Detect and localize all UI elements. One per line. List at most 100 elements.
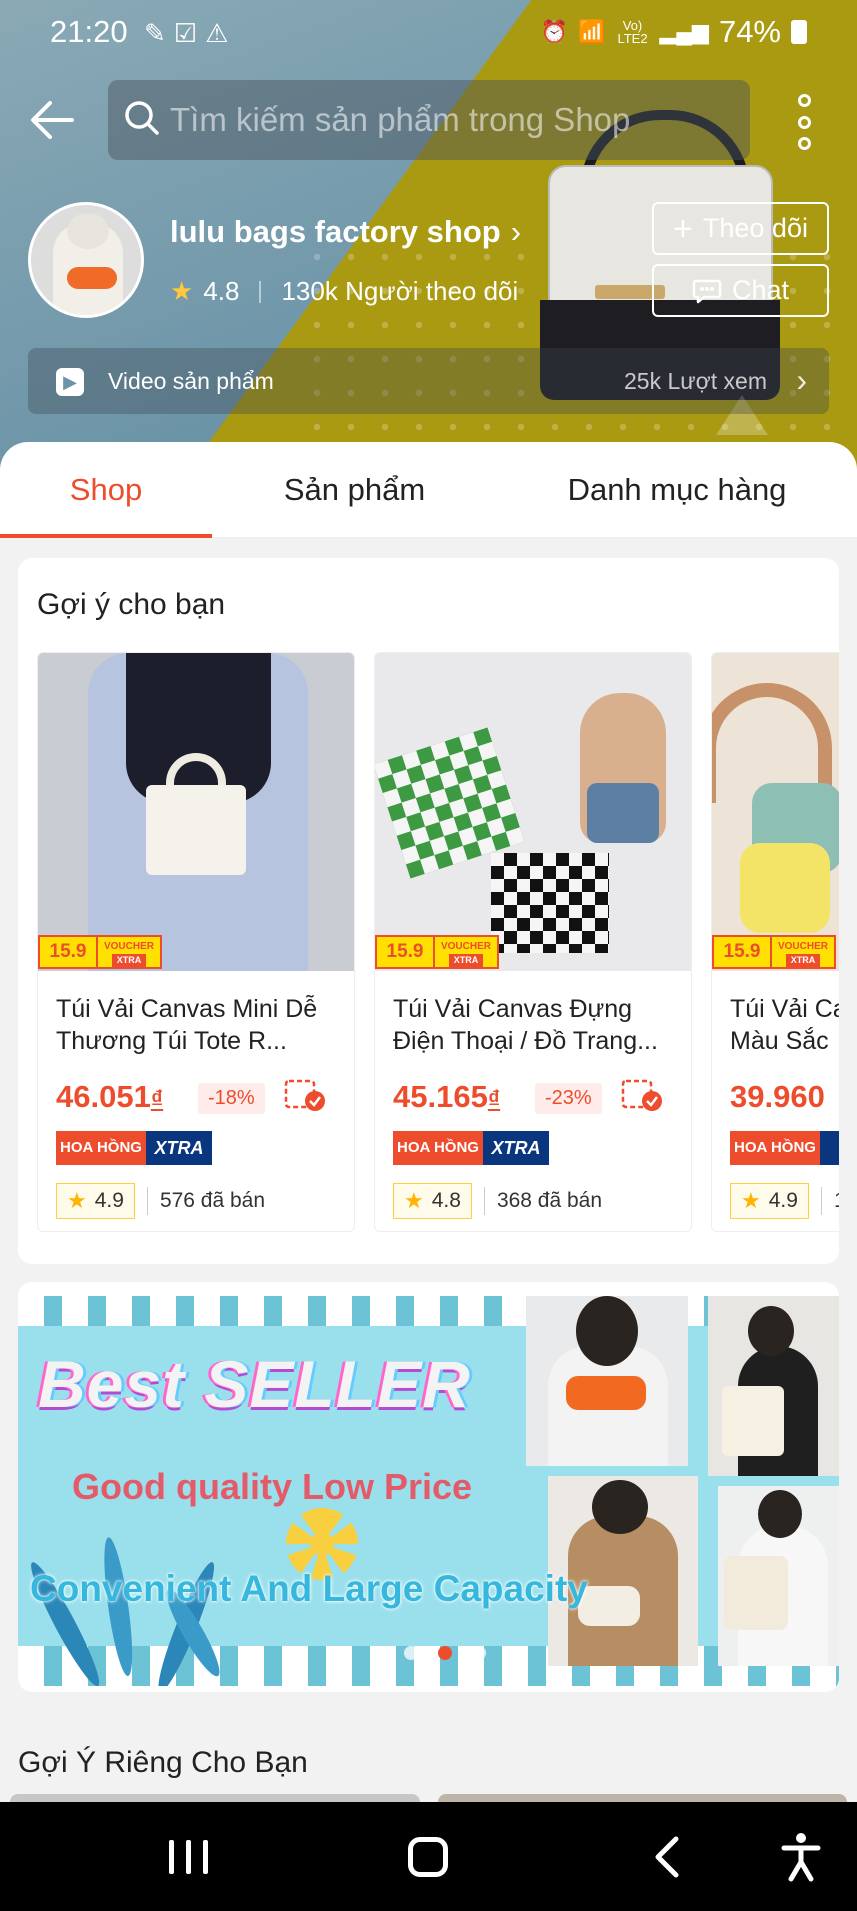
product-rating: 4.9: [94, 1189, 124, 1212]
accessibility-button[interactable]: [746, 1802, 856, 1911]
voucher-badge: 15.9 VOUCHER XTRA: [712, 935, 836, 969]
product-image: [712, 653, 839, 971]
xtra-tag-label: XTRA: [786, 954, 820, 967]
chevron-left-icon: [655, 1836, 679, 1877]
warning-icon: ⚠: [205, 18, 237, 48]
shop-tabs: Shop Sản phẩm Danh mục hàng: [0, 442, 857, 538]
product-video-bar[interactable]: ▶ Video sản phẩm 25k Lượt xem ›: [28, 348, 829, 414]
follow-button[interactable]: + Theo dõi: [652, 202, 829, 255]
search-icon: [125, 101, 159, 135]
star-icon: ★: [170, 276, 194, 306]
shop-avatar[interactable]: [28, 202, 144, 318]
voucher-badge: 15.9 VOUCHER XTRA: [38, 935, 162, 969]
product-price: 45.165₫: [393, 1079, 500, 1115]
status-time: 21:20: [50, 14, 128, 49]
price-value: 39.960: [730, 1079, 825, 1114]
carousel-dot[interactable]: [404, 1646, 418, 1660]
brush-icon: ✎: [144, 18, 174, 48]
product-card[interactable]: 15.9 VOUCHER XTRA Túi Vải Ca Màu Sắc 39.9…: [711, 652, 839, 1232]
xtra-tag-label: XTRA: [449, 954, 483, 967]
recent-apps-button[interactable]: [133, 1802, 243, 1911]
voucher-label: VOUCHER: [440, 941, 491, 952]
voucher-xtra-tag: VOUCHER XTRA: [98, 935, 162, 969]
product-rating-row: ★ 4.9 576 đã bán: [56, 1183, 265, 1219]
badge-number: 15.9: [38, 935, 98, 969]
recommended-section: Gợi ý cho bạn 15.9 VOUCHER XTRA Túi Vải C…: [18, 558, 839, 1264]
search-input[interactable]: Tìm kiếm sản phẩm trong Shop: [108, 80, 750, 160]
home-icon: [408, 1836, 448, 1877]
product-rating-row: ★ 4.8 368 đã bán: [393, 1183, 602, 1219]
product-image: [38, 653, 354, 971]
product-rating: 4.8: [431, 1189, 461, 1212]
banner-subtitle: Convenient And Large Capacity: [30, 1568, 588, 1609]
model-photo: [718, 1486, 839, 1666]
sold-count: 1: [834, 1189, 839, 1213]
system-back-button[interactable]: [612, 1802, 722, 1911]
carousel-dot[interactable]: [370, 1646, 384, 1660]
video-label: Video sản phẩm: [108, 368, 274, 394]
xtra-label: XTRA: [146, 1131, 212, 1165]
currency-symbol: ₫: [487, 1086, 501, 1113]
shop-name: lulu bags factory shop: [170, 214, 501, 249]
accessibility-icon: [781, 1832, 821, 1881]
signal-icon: ▂▄▆: [659, 19, 709, 44]
commission-xtra-tag: HOA HỒNG XTRA: [56, 1131, 212, 1165]
back-button[interactable]: [26, 94, 84, 146]
currency-symbol: ₫: [150, 1086, 164, 1113]
follow-label: Theo dõi: [702, 213, 808, 243]
price-value: 46.051: [56, 1079, 151, 1114]
chat-button[interactable]: Chat: [652, 264, 829, 317]
commission-label: HOA HỒNG: [56, 1131, 146, 1165]
battery-percent: 74%: [718, 14, 781, 49]
product-price: 46.051₫: [56, 1079, 163, 1115]
tab-products[interactable]: Sản phẩm: [212, 442, 497, 538]
xtra-tag-label: XTRA: [112, 954, 146, 967]
video-icon: ▶: [56, 368, 84, 396]
tab-categories[interactable]: Danh mục hàng: [497, 442, 857, 538]
voucher-xtra-tag: VOUCHER XTRA: [772, 935, 836, 969]
check-icon: ☑: [173, 18, 206, 48]
carousel-dot-active[interactable]: [438, 1646, 452, 1660]
arrow-left-icon: [31, 101, 74, 139]
shop-name-link[interactable]: lulu bags factory shop ›: [170, 214, 521, 250]
product-price: 39.960: [730, 1079, 825, 1115]
product-carousel[interactable]: 15.9 VOUCHER XTRA Túi Vải Canvas Mini Dễ …: [37, 652, 839, 1232]
star-icon: ★: [741, 1188, 761, 1213]
product-name: Túi Vải Canvas Mini Dễ Thương Túi Tote R…: [56, 995, 318, 1055]
home-button[interactable]: [373, 1802, 483, 1911]
product-card[interactable]: 15.9 VOUCHER XTRA Túi Vải Canvas Mini Dễ …: [37, 652, 355, 1232]
product-rating-row: ★ 4.9 1: [730, 1183, 839, 1219]
chevron-right-icon: ›: [510, 214, 522, 249]
commission-label: HOA HỒNG: [730, 1131, 820, 1165]
notification-icons: ✎☑⚠: [144, 18, 236, 49]
chevron-right-icon: ›: [796, 362, 807, 398]
more-options-icon[interactable]: [790, 94, 818, 150]
alarm-icon: ⏰: [540, 19, 569, 44]
sold-count: 576 đã bán: [159, 1189, 266, 1212]
product-name: Túi Vải Ca Màu Sắc: [730, 995, 839, 1055]
section-title: Gợi ý cho bạn: [37, 588, 226, 621]
xtra-label: XTRA: [483, 1131, 549, 1165]
product-image: [375, 653, 691, 971]
xtra-label: [820, 1131, 839, 1165]
commission-xtra-tag: HOA HỒNG XTRA: [393, 1131, 549, 1165]
search-placeholder: Tìm kiếm sản phẩm trong Shop: [170, 101, 631, 138]
model-photo: [708, 1296, 839, 1476]
video-views: 25k Lượt xem: [624, 368, 767, 394]
system-nav-bar: [0, 1802, 857, 1911]
battery-icon: [791, 20, 807, 44]
carousel-dot[interactable]: [472, 1646, 486, 1660]
tab-shop[interactable]: Shop: [0, 442, 212, 538]
shop-followers: 130k Người theo dõi: [281, 276, 519, 306]
product-card[interactable]: 15.9 VOUCHER XTRA Túi Vải Canvas Đựng Điệ…: [374, 652, 692, 1232]
sold-count: 368 đã bán: [496, 1189, 603, 1212]
banner-headline: Best SELLER: [38, 1347, 471, 1421]
promo-banner[interactable]: Best SELLER Good quality Low Price Conve…: [18, 1282, 839, 1692]
status-bar: 21:20 ✎☑⚠ ⏰ 📶 Vo) LTE2 ▂▄▆ 74%: [0, 0, 857, 66]
model-photo: [526, 1296, 688, 1466]
voucher-label: VOUCHER: [103, 941, 154, 952]
voucher-badge: 15.9 VOUCHER XTRA: [375, 935, 499, 969]
carousel-indicator: [370, 1646, 486, 1660]
commission-xtra-tag: HOA HỒNG: [730, 1131, 839, 1165]
discount-badge: -18%: [198, 1083, 265, 1114]
